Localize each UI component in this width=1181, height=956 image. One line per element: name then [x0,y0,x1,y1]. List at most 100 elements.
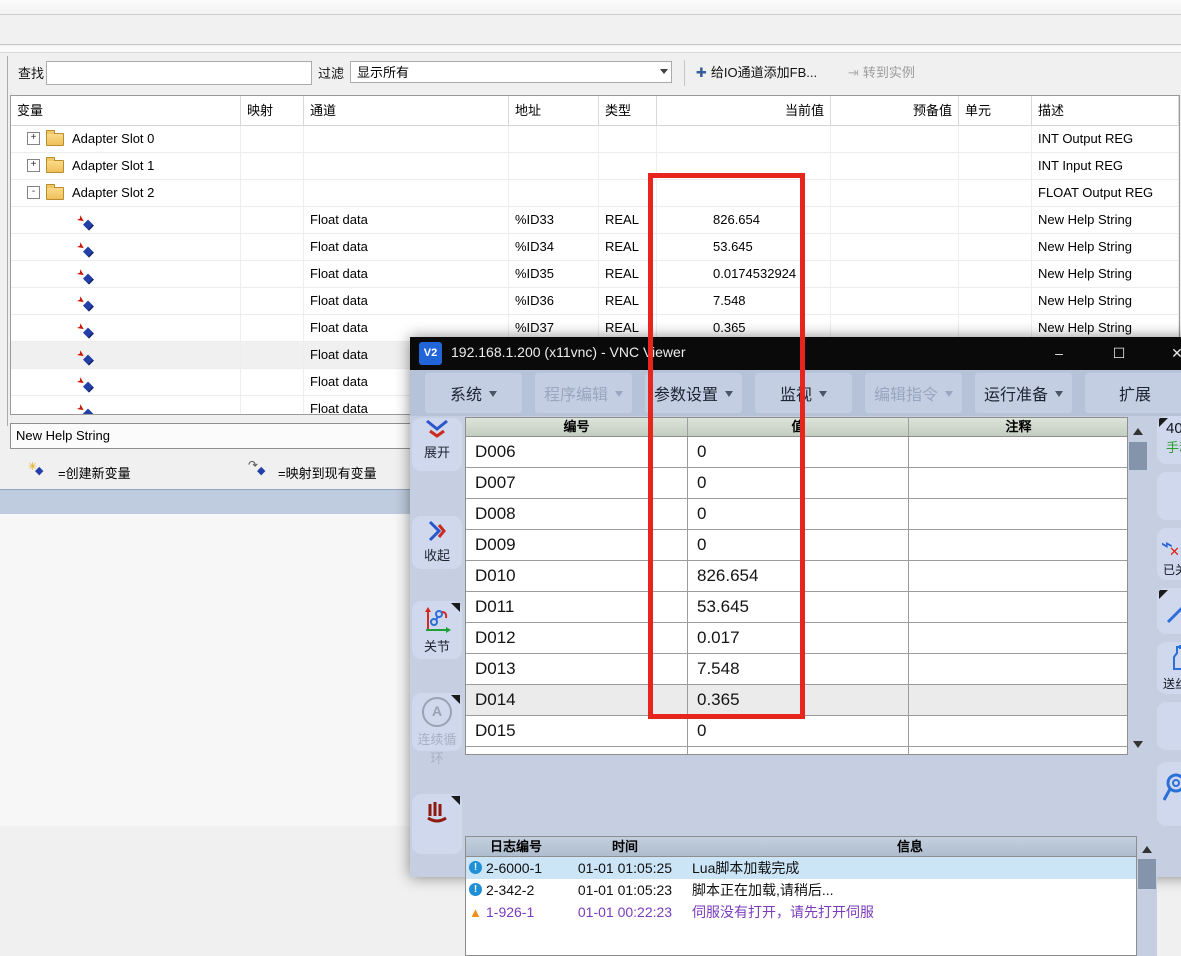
tree-row-adapter-slot-0[interactable]: +Adapter Slot 0 INT Output REG [11,126,1179,153]
row-description: INT Output REG [1032,126,1179,152]
col-current-value[interactable]: 当前值 [657,96,831,125]
stop-button[interactable] [412,794,462,854]
loop-a-icon: A [422,697,452,727]
col-comment[interactable]: 注释 [909,418,1128,436]
app-divider-band [0,46,1181,53]
collapse-label: 收起 [412,545,462,564]
menu-extensions[interactable]: 扩展 [1085,373,1181,413]
col-mapping[interactable]: 映射 [241,96,304,125]
col-log-info[interactable]: 信息 [684,837,1136,856]
chevron-down-icon [489,391,497,401]
close-button[interactable]: ✕ [1160,337,1181,370]
chevron-down-icon [1055,391,1063,401]
app-toolbar-band [0,15,1181,45]
speed-mode-button[interactable]: 40% 手动 [1157,416,1181,464]
table-row[interactable]: Float data %ID36 REAL 7.548 New Help Str… [11,288,1179,315]
expand-icon[interactable]: + [27,159,40,172]
minimize-button[interactable]: – [1042,337,1076,370]
expand-label: 展开 [412,442,462,461]
blank-button[interactable] [1157,702,1181,750]
blank-button[interactable] [1157,472,1181,520]
variable-icon [81,294,97,309]
scroll-down-button[interactable] [1128,734,1148,754]
tree-row-adapter-slot-1[interactable]: +Adapter Slot 1 INT Input REG [11,153,1179,180]
search-label: 查找 [18,62,44,86]
tree-row-adapter-slot-2[interactable]: -Adapter Slot 2 FLOAT Output REG [11,180,1179,207]
col-channel[interactable]: 通道 [304,96,509,125]
corner-marker-icon [451,695,460,704]
expand-icon[interactable]: + [27,132,40,145]
table-row[interactable]: Float data %ID35 REAL 0.0174532924 New H… [11,261,1179,288]
collapse-icon[interactable]: - [27,186,40,199]
register-row[interactable]: D0160 [466,747,1127,755]
log-panel: 日志编号 时间 信息 !2-6000-1 01-01 01:05:25 Lua脚… [465,836,1137,956]
filter-dropdown[interactable]: 显示所有 [350,61,672,83]
variable-icon [81,267,97,282]
corner-marker-icon [451,603,460,612]
col-address[interactable]: 地址 [509,96,599,125]
wire-feed-button[interactable]: 送丝 [1157,642,1181,694]
plus-icon: ✚ [696,65,707,80]
legend-map-label: =映射到现有变量 [278,463,377,482]
col-variable[interactable]: 变量 [11,96,241,125]
info-icon: ! [469,861,482,874]
log-row-warning[interactable]: ▲1-926-1 01-01 00:22:23 伺服没有打开，请先打开伺服 [466,901,1136,923]
servo-off-button[interactable]: ⌁ ✕ 已关 [1157,528,1181,580]
speed-value: 40% [1166,420,1181,437]
add-fb-button[interactable]: ✚给IO通道添加FB... [690,61,823,85]
variable-table-header: 变量 映射 通道 地址 类型 当前值 预备值 单元 描述 [11,96,1179,126]
goto-icon: ⇥ [848,65,859,80]
variable-icon [81,321,97,336]
joint-button[interactable]: 关节 [412,601,462,659]
search-tool-button[interactable] [1157,762,1181,826]
table-row[interactable]: Float data %ID34 REAL 53.645 New Help St… [11,234,1179,261]
map-variable-icon [248,462,270,480]
menu-system[interactable]: 系统 [425,373,522,413]
legend-row: =创建新变量 =映射到现有变量 [10,460,410,484]
folder-icon [46,160,64,173]
table-row[interactable]: Float data %ID33 REAL 826.654 New Help S… [11,207,1179,234]
log-row-selected[interactable]: !2-6000-1 01-01 01:05:25 Lua脚本加载完成 [466,857,1136,879]
create-variable-icon [28,462,50,480]
register-row[interactable]: D0150 [466,716,1127,747]
log-row[interactable]: !2-342-2 01-01 01:05:23 脚本正在加载,请稍后... [466,879,1136,901]
col-unit[interactable]: 单元 [959,96,1032,125]
col-log-time[interactable]: 时间 [566,837,684,856]
menu-edit-commands[interactable]: 编辑指令 [865,373,962,413]
chevron-down-icon [945,391,953,401]
scroll-up-button[interactable] [1128,419,1148,439]
menu-run-preparation[interactable]: 运行准备 [975,373,1072,413]
tool-button[interactable] [1157,588,1181,634]
corner-marker-icon [1159,418,1168,427]
filter-label: 过滤 [318,62,344,86]
collapse-button[interactable]: 收起 [412,516,462,569]
col-prepared-value[interactable]: 预备值 [831,96,959,125]
vnc-logo-icon: V2 [419,342,442,365]
col-description[interactable]: 描述 [1032,96,1179,125]
variable-icon [81,375,97,390]
info-icon: ! [469,883,482,896]
chevron-down-icon[interactable] [660,69,668,78]
variable-icon [81,402,97,415]
search-input[interactable] [46,61,312,85]
expand-button[interactable]: 展开 [412,418,462,471]
scrollbar-thumb[interactable] [1129,442,1147,470]
chevron-down-icon [615,391,623,401]
log-scrollbar-thumb[interactable] [1138,859,1156,889]
folder-icon [46,187,64,200]
variable-icon [81,213,97,228]
continuous-loop-button[interactable]: A 连续循环 [412,693,462,751]
menu-program-edit[interactable]: 程序编辑 [535,373,632,413]
red-annotation-rectangle [648,173,805,719]
loop-label: 连续循环 [412,729,462,767]
warning-icon: ▲ [469,902,482,923]
empty-panel [0,514,410,826]
col-type[interactable]: 类型 [599,96,657,125]
goto-instance-button[interactable]: ⇥转到实例 [842,61,921,85]
corner-marker-icon [1159,590,1168,599]
legend-create-label: =创建新变量 [58,463,131,482]
log-scroll-up-button[interactable] [1137,837,1157,857]
log-header: 日志编号 时间 信息 [466,837,1136,857]
col-log-id[interactable]: 日志编号 [466,837,566,856]
maximize-button[interactable]: ☐ [1102,337,1136,370]
